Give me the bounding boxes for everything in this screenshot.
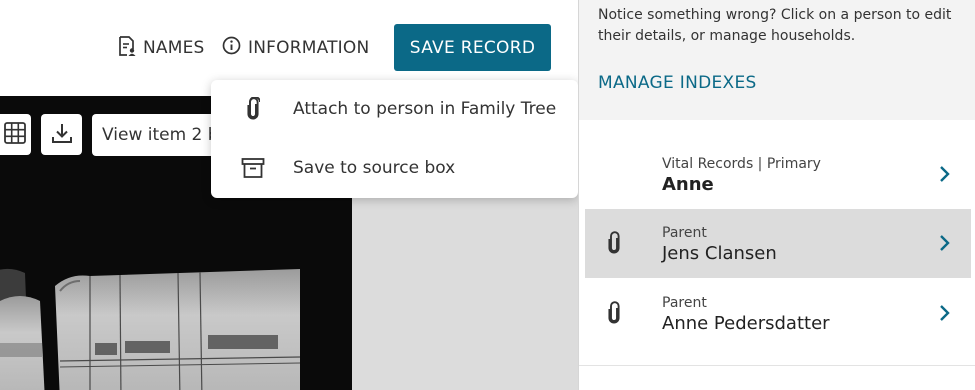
- person-name: Anne Pedersdatter: [662, 313, 830, 334]
- person-row-anne[interactable]: Vital Records | Primary Anne: [585, 140, 971, 209]
- panel-header: Notice something wrong? Click on a perso…: [579, 0, 975, 120]
- persons-panel: Notice something wrong? Click on a perso…: [578, 0, 975, 390]
- menu-item-attach-to-person[interactable]: Attach to person in Family Tree: [211, 80, 578, 138]
- chevron-right-icon: [937, 165, 951, 183]
- info-circle-icon: [222, 36, 241, 60]
- menu-item-save-to-source-box[interactable]: Save to source box: [211, 139, 578, 197]
- person-list-icon: [118, 35, 136, 61]
- download-icon: [51, 122, 73, 148]
- menu-item-source-box-label: Save to source box: [293, 158, 456, 178]
- divider: [579, 365, 975, 366]
- menu-item-attach-label: Attach to person in Family Tree: [293, 99, 557, 119]
- information-label: INFORMATION: [248, 38, 370, 58]
- paperclip-icon: [607, 231, 631, 257]
- save-record-menu: Attach to person in Family Tree Save to …: [211, 80, 578, 198]
- record-scan-image: [0, 261, 352, 390]
- notice-text: Notice something wrong? Click on a perso…: [598, 7, 952, 44]
- person-name: Anne: [662, 174, 714, 195]
- person-role: Parent: [662, 295, 707, 311]
- paperclip-icon: [241, 97, 265, 121]
- save-record-button[interactable]: SAVE RECORD: [394, 24, 551, 71]
- person-role: Vital Records | Primary: [662, 156, 821, 172]
- manage-indexes-link[interactable]: MANAGE INDEXES: [598, 73, 757, 93]
- names-label: NAMES: [143, 38, 205, 58]
- chevron-right-icon: [937, 304, 951, 322]
- grid-icon: [3, 121, 26, 148]
- grid-view-button[interactable]: [0, 114, 31, 155]
- download-button[interactable]: [41, 114, 82, 155]
- archive-box-icon: [241, 156, 265, 180]
- person-row-jens-clansen[interactable]: Parent Jens Clansen: [585, 209, 971, 278]
- names-tab[interactable]: NAMES: [118, 35, 205, 61]
- paperclip-icon: [607, 301, 631, 327]
- person-name: Jens Clansen: [662, 243, 777, 264]
- person-role: Parent: [662, 225, 707, 241]
- chevron-right-icon: [937, 234, 951, 252]
- information-tab[interactable]: INFORMATION: [222, 36, 370, 60]
- person-row-anne-pedersdatter[interactable]: Parent Anne Pedersdatter: [585, 279, 971, 348]
